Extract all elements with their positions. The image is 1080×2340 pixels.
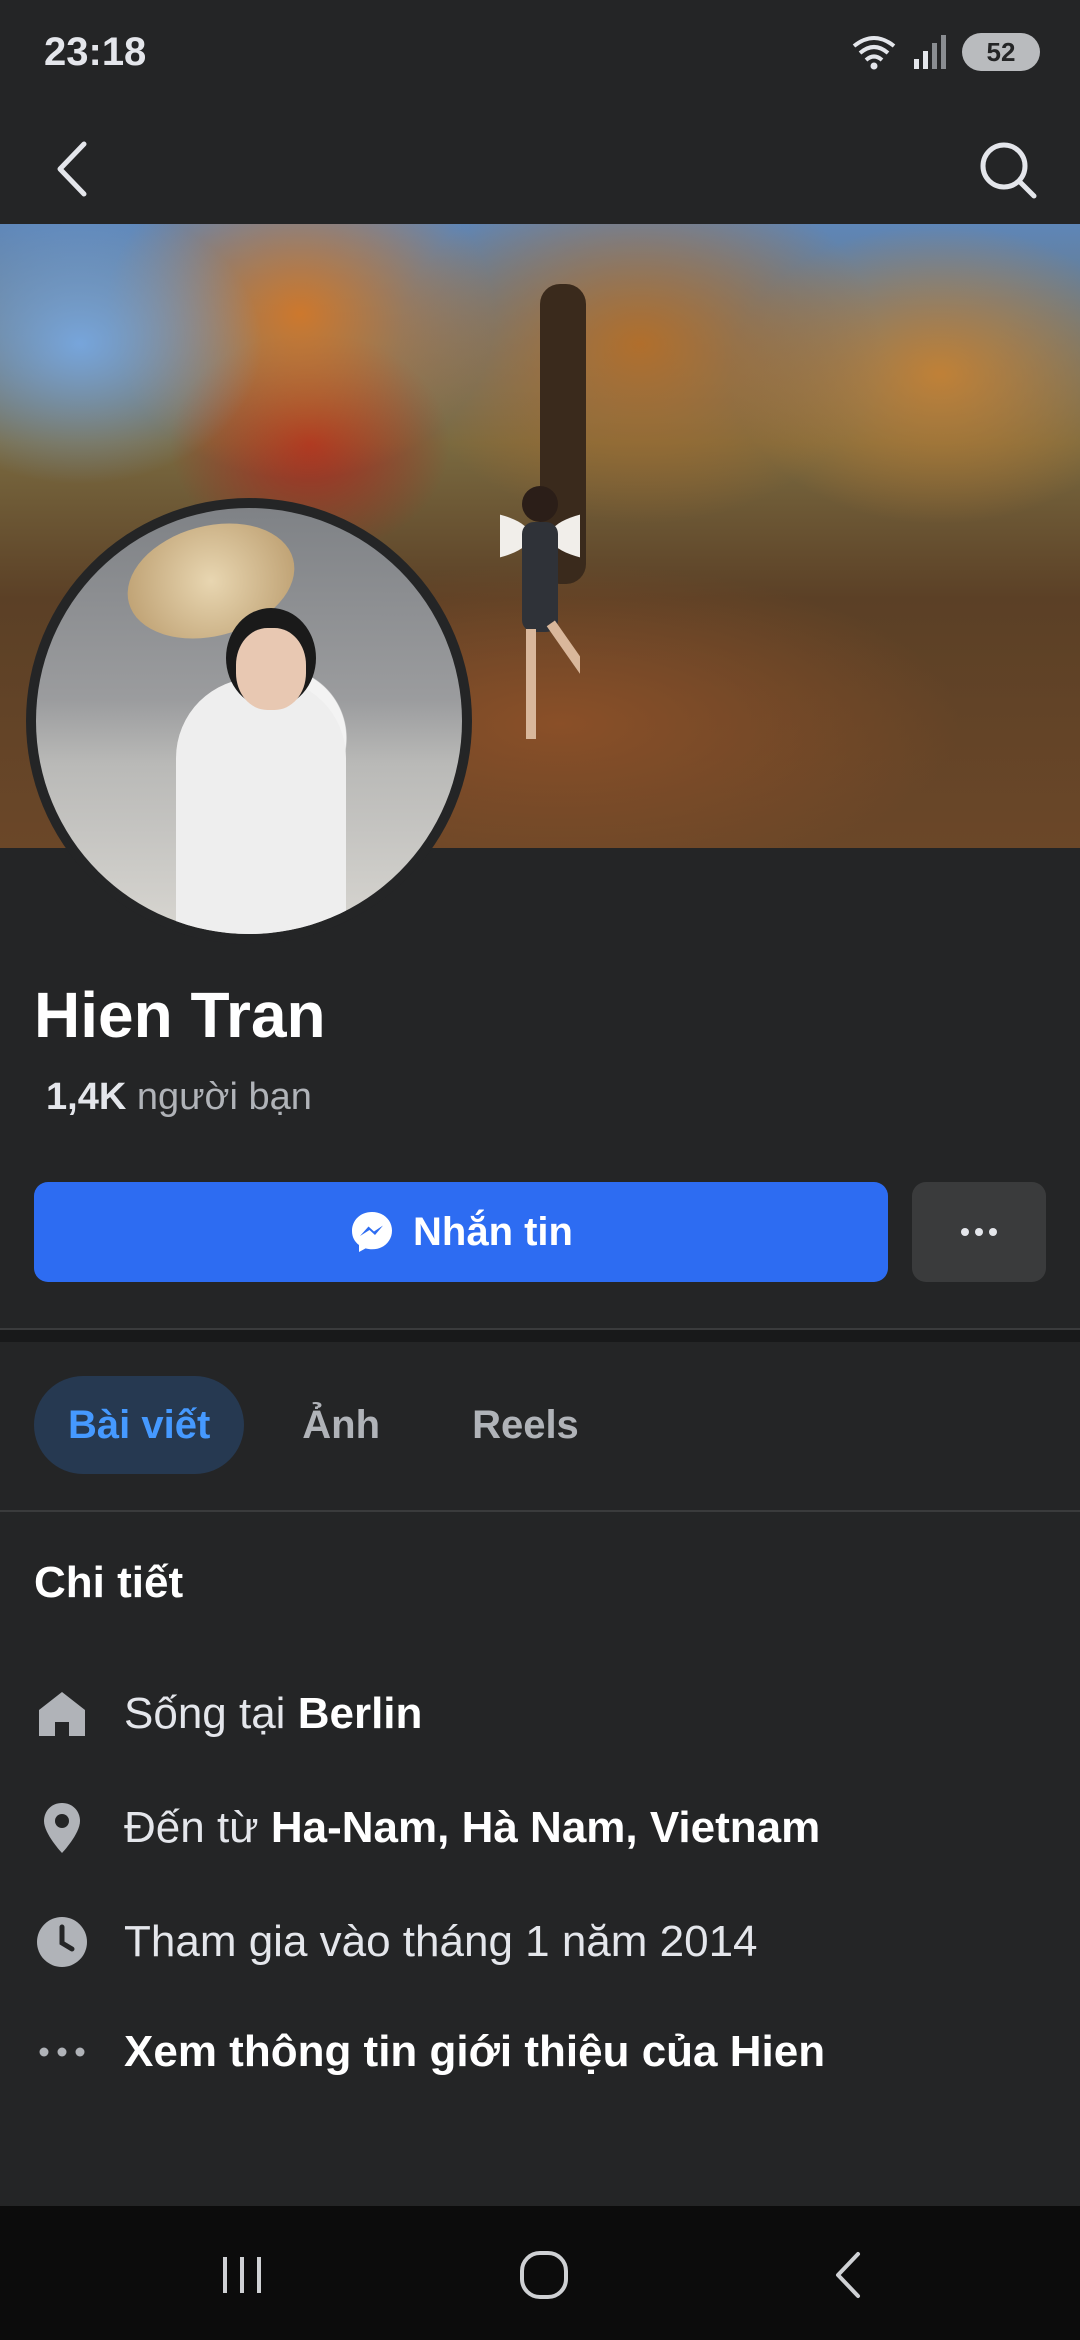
clock-icon	[34, 1914, 90, 1970]
battery-icon: 52	[962, 33, 1040, 71]
details-title: Chi tiết	[34, 1558, 184, 1607]
detail-see-about[interactable]: Xem thông tin giới thiệu của Hien	[34, 2024, 825, 2080]
from-prefix: Đến từ	[124, 1803, 259, 1852]
system-nav-bar	[0, 2206, 1080, 2340]
home-icon	[34, 1686, 90, 1742]
wifi-icon	[852, 36, 896, 70]
recent-apps-icon[interactable]	[202, 2240, 282, 2310]
profile-name: Hien Tran	[34, 979, 326, 1051]
back-icon[interactable]	[44, 134, 114, 204]
tab-posts[interactable]: Bài viết	[34, 1376, 245, 1474]
friends-count-label: người bạn	[136, 1076, 312, 1118]
back-nav-icon[interactable]	[808, 2240, 888, 2310]
friends-count[interactable]: 1,4K người bạn	[46, 1076, 312, 1119]
avatar-dress	[176, 678, 346, 934]
lives-in-value[interactable]: Berlin	[298, 1689, 423, 1739]
message-button-label: Nhắn tin	[413, 1209, 573, 1254]
see-about-link[interactable]: Xem thông tin giới thiệu của Hien	[124, 2027, 825, 2077]
section-separator	[0, 1328, 1080, 1342]
avatar-face	[236, 628, 306, 710]
tabs-divider	[0, 1510, 1080, 1512]
home-nav-icon[interactable]	[504, 2240, 584, 2310]
detail-lives-in: Sống tại Berlin	[34, 1686, 422, 1742]
status-time: 23:18	[44, 30, 147, 74]
tab-photos[interactable]: Ảnh	[268, 1376, 414, 1474]
cover-person	[500, 486, 580, 739]
profile-avatar[interactable]	[26, 498, 472, 944]
location-pin-icon	[34, 1800, 90, 1856]
message-button[interactable]: Nhắn tin	[34, 1182, 888, 1282]
avatar-photo	[36, 508, 462, 934]
more-options-button[interactable]	[912, 1182, 1046, 1282]
signal-icon	[914, 35, 946, 69]
messenger-icon	[352, 1212, 392, 1252]
status-bar: 23:18 52	[0, 0, 1080, 112]
ellipsis-icon	[34, 2024, 90, 2080]
friends-count-value: 1,4K	[46, 1076, 127, 1118]
more-dots-icon	[961, 1228, 997, 1236]
from-value[interactable]: Ha-Nam, Hà Nam, Vietnam	[271, 1803, 820, 1853]
tab-reels[interactable]: Reels	[438, 1376, 613, 1474]
status-icons: 52	[850, 32, 1040, 72]
top-nav	[0, 112, 1080, 224]
detail-from: Đến từ Ha-Nam, Hà Nam, Vietnam	[34, 1800, 820, 1856]
joined-text: Tham gia vào tháng 1 năm 2014	[124, 1917, 758, 1966]
profile-tabs: Bài viết Ảnh Reels	[34, 1376, 613, 1474]
detail-joined: Tham gia vào tháng 1 năm 2014	[34, 1914, 758, 1970]
lives-in-prefix: Sống tại	[124, 1689, 286, 1738]
search-icon[interactable]	[972, 134, 1044, 206]
